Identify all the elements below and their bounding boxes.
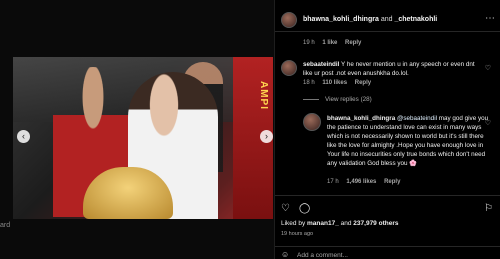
add-comment-bar: ☺ [275,246,500,259]
reply-body: may god give you the patience to underst… [327,115,489,167]
comment-meta: 18 h 110 likes Reply [303,80,377,86]
photo-banner-text: AMPI [258,81,269,110]
post-media-panel: AMPI ‹ › ard [0,0,274,259]
liked-by-user[interactable]: manan17_ [307,220,339,227]
reply-button[interactable]: Reply [345,40,361,46]
previous-image-button[interactable]: ‹ [17,130,30,143]
comment-time: 18 h [303,80,315,86]
previous-comment-meta: 19 h 1 like Reply [303,40,367,46]
liked-by-middle: and [338,220,354,227]
more-options-icon[interactable]: ⋯ [485,13,495,24]
comment-text: sebaateindil Y he never mention u in any… [303,60,483,78]
like-heart-icon[interactable]: ♡ [281,203,290,214]
next-image-button[interactable]: › [260,130,273,143]
reply-mention[interactable]: @sebaateindil [397,115,437,122]
liked-by-others[interactable]: 237,979 others [353,220,398,227]
author-username-2[interactable]: _chetnakohli [394,16,437,23]
like-reply-heart-icon[interactable]: ♡ [485,119,491,127]
reply-time: 17 h [327,179,339,185]
authors-connector: and [380,16,393,23]
bookmark-icon[interactable]: ⚐ [484,203,493,214]
emoji-icon[interactable]: ☺ [281,250,289,259]
reply-meta: 17 h 1,496 likes Reply [327,179,406,185]
reply-button[interactable]: Reply [355,80,371,86]
reply-author-avatar[interactable] [303,113,321,131]
reply-button[interactable]: Reply [384,179,400,185]
post-timestamp: 19 hours ago [281,231,314,237]
liked-by-prefix: Liked by [281,220,308,227]
reply-text: bhawna_kohli_dhingra @sebaateindil may g… [327,114,492,168]
commenter-username[interactable]: sebaateindil [303,61,339,68]
comment-time: 19 h [303,40,315,46]
author-username-1[interactable]: bhawna_kohli_dhingra [303,16,379,23]
comments-list: 19 h 1 like Reply sebaateindil Y he neve… [275,32,500,214]
comment-likes[interactable]: 1 like [322,40,337,46]
like-comment-heart-icon[interactable]: ♡ [485,64,491,72]
liked-by-summary: Liked by manan17_ and 237,979 others [281,220,398,227]
reply-likes[interactable]: 1,496 likes [346,179,376,185]
view-replies-button[interactable]: View replies (28) [303,96,372,103]
post-details-panel: bhawna_kohli_dhingra and _chetnakohli ⋯ … [274,0,500,259]
comment-bubble-icon[interactable]: ◯ [299,203,310,214]
post-action-bar: ♡ ◯ ⚐ Liked by manan17_ and 237,979 othe… [275,195,500,259]
post-header: bhawna_kohli_dhingra and _chetnakohli ⋯ [275,0,500,32]
author-avatar[interactable] [281,12,297,28]
add-comment-input[interactable] [297,250,487,259]
edge-text: ard [0,222,11,229]
commenter-avatar[interactable] [281,60,297,76]
post-authors: bhawna_kohli_dhingra and _chetnakohli [303,16,437,23]
reply-author-username[interactable]: bhawna_kohli_dhingra [327,115,395,122]
comment-likes[interactable]: 110 likes [322,80,347,86]
post-photo[interactable]: AMPI [13,57,273,219]
